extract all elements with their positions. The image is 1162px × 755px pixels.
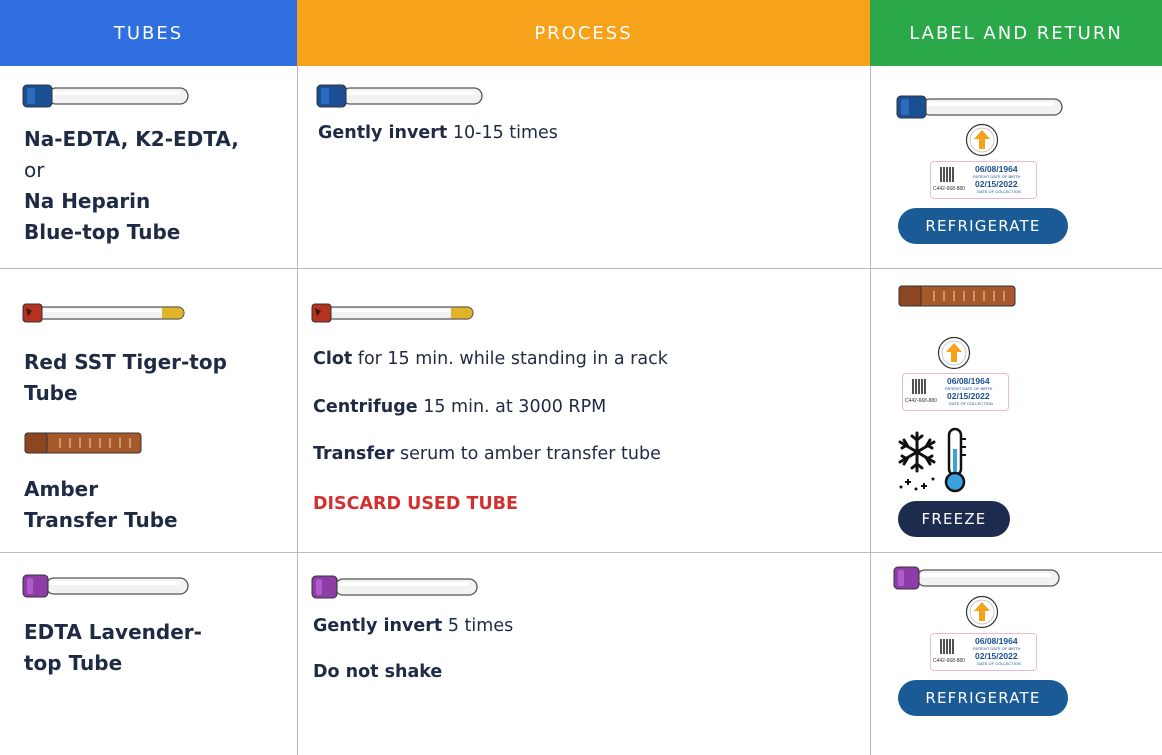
snowflake-thermometer-icon — [898, 427, 966, 493]
specimen-label-icon: C442-668-880 06/08/1964 PATIENT DATE OF … — [930, 161, 1037, 199]
process-step: Clot for 15 min. while standing in a rac… — [313, 349, 668, 369]
label-doc-caption: DATE OF COLLECTION — [949, 401, 993, 406]
tube-name-line: Na-EDTA, K2-EDTA, — [24, 127, 239, 151]
freeze-badge: FREEZE — [898, 501, 1010, 537]
row1-tube-name: Na-EDTA, K2-EDTA, or Na Heparin Blue-top… — [24, 124, 239, 248]
process-step-keyword: Clot — [313, 349, 353, 369]
warning-text: DISCARD USED TUBE — [313, 494, 518, 514]
process-step-keyword: Centrifuge — [313, 397, 418, 417]
process-step-keyword: Gently invert — [318, 123, 448, 143]
blue-top-tube-icon — [22, 84, 189, 108]
tube-name-line: Red SST Tiger-top — [24, 350, 227, 374]
process-step-text: serum to amber transfer tube — [394, 444, 661, 464]
red-sst-tube-icon — [311, 303, 474, 323]
red-sst-tube-icon — [22, 303, 185, 323]
amber-transfer-tube-icon — [898, 285, 1016, 307]
label-return-column-header: LABEL AND RETURN — [870, 0, 1162, 66]
tube-name-line: Amber — [24, 477, 99, 501]
refrigerate-badge: REFRIGERATE — [898, 208, 1068, 244]
lavender-top-tube-icon — [893, 566, 1060, 590]
process-step-keyword: Gently invert — [313, 616, 443, 636]
row2-tube-a-name: Red SST Tiger-top Tube — [24, 347, 227, 409]
qr-code-icon — [912, 379, 927, 394]
refrigerate-badge: REFRIGERATE — [898, 680, 1068, 716]
row-divider — [0, 552, 1162, 553]
label-dob: 06/08/1964 — [975, 636, 1018, 646]
tube-name-line: top Tube — [24, 651, 123, 675]
tube-name-line: Transfer Tube — [24, 508, 178, 532]
label-doc-caption: DATE OF COLLECTION — [977, 661, 1021, 666]
label-doc: 02/15/2022 — [947, 391, 990, 401]
qr-code-icon — [940, 167, 955, 182]
upload-arrow-icon — [965, 123, 999, 157]
process-step-text: for 15 min. while standing in a rack — [352, 349, 668, 369]
process-step: Do not shake — [313, 662, 442, 682]
process-step: Gently invert 10-15 times — [318, 123, 558, 143]
row-divider — [0, 268, 1162, 269]
tubes-column-header: TUBES — [0, 0, 297, 66]
tube-name-line: Tube — [24, 381, 78, 405]
specimen-label-icon: C442-668-880 06/08/1964 PATIENT DATE OF … — [930, 633, 1037, 671]
blue-top-tube-icon — [896, 95, 1063, 119]
tube-name-line: Blue-top Tube — [24, 220, 181, 244]
column-divider — [297, 66, 298, 755]
row2-tube-b-name: Amber Transfer Tube — [24, 474, 178, 536]
process-step-text: 5 times — [442, 616, 514, 636]
lavender-top-tube-icon — [311, 575, 478, 599]
label-doc-caption: DATE OF COLLECTION — [977, 189, 1021, 194]
process-step: Gently invert 5 times — [313, 616, 513, 636]
process-step: Transfer serum to amber transfer tube — [313, 444, 661, 464]
process-step-text: 15 min. at 3000 RPM — [417, 397, 607, 417]
specimen-processing-table: TUBES PROCESS LABEL AND RETURN Na-EDTA, … — [0, 0, 1162, 755]
label-doc: 02/15/2022 — [975, 179, 1018, 189]
tube-name-line: or — [24, 158, 45, 182]
discard-warning: DISCARD USED TUBE — [313, 494, 518, 514]
upload-arrow-icon — [937, 336, 971, 370]
tube-name-line: EDTA Lavender- — [24, 620, 202, 644]
lavender-top-tube-icon — [22, 574, 189, 598]
label-doc: 02/15/2022 — [975, 651, 1018, 661]
label-dob: 06/08/1964 — [947, 376, 990, 386]
specimen-label-icon: C442-668-880 06/08/1964 PATIENT DATE OF … — [902, 373, 1009, 411]
process-step-keyword: Do not shake — [313, 662, 443, 682]
label-dob: 06/08/1964 — [975, 164, 1018, 174]
label-id: C442-668-880 — [933, 658, 965, 664]
blue-top-tube-icon — [316, 84, 483, 108]
column-divider — [870, 66, 871, 755]
upload-arrow-icon — [965, 595, 999, 629]
row3-tube-name: EDTA Lavender- top Tube — [24, 617, 202, 679]
tube-name-line: Na Heparin — [24, 189, 151, 213]
label-id: C442-668-880 — [933, 186, 965, 192]
label-id: C442-668-880 — [905, 398, 937, 404]
qr-code-icon — [940, 639, 955, 654]
process-column-header: PROCESS — [297, 0, 870, 66]
process-step: Centrifuge 15 min. at 3000 RPM — [313, 397, 606, 417]
process-step-text: 10-15 times — [447, 123, 558, 143]
amber-transfer-tube-icon — [24, 432, 142, 454]
process-step-keyword: Transfer — [313, 444, 395, 464]
